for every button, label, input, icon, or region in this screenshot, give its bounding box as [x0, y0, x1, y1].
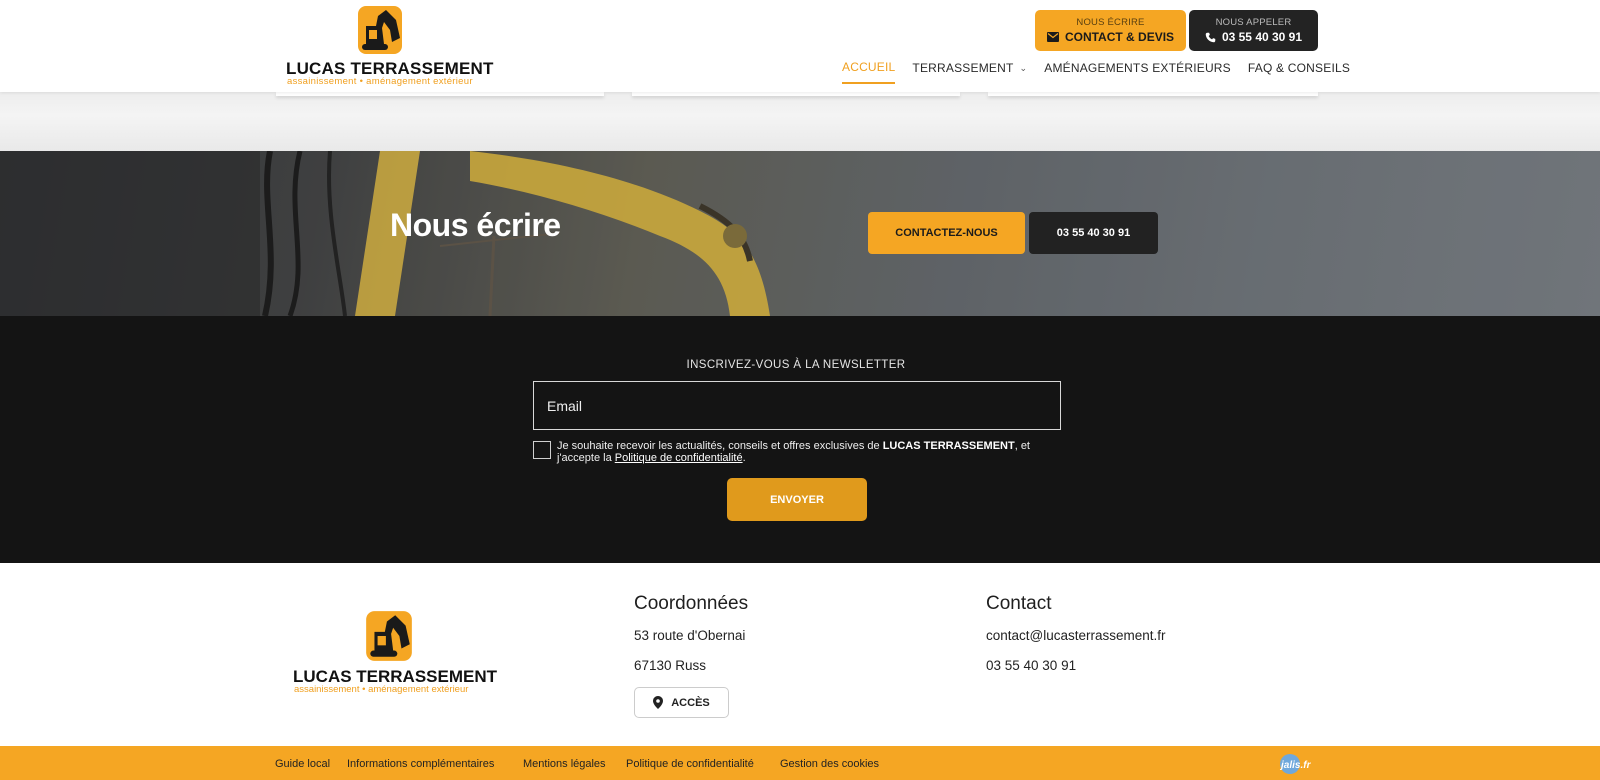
- phone-icon: [1205, 32, 1216, 42]
- coordonnees-title: Coordonnées: [634, 593, 749, 614]
- contact-phone-link[interactable]: 03 55 40 30 91: [986, 658, 1076, 673]
- nav-item-faq[interactable]: FAQ & CONSEILS: [1248, 60, 1350, 84]
- site-footer: LUCAS TERRASSEMENT assainissement • amén…: [0, 563, 1600, 746]
- footer-logo[interactable]: LUCAS TERRASSEMENT assainissement • amén…: [293, 606, 497, 696]
- newsletter-title: INSCRIVEZ-VOUS À LA NEWSLETTER: [686, 359, 906, 371]
- nav-label: ACCUEIL: [842, 60, 896, 74]
- header-logo[interactable]: LUCAS TERRASSEMENT assainissement • amén…: [286, 2, 493, 87]
- main-nav: ACCUEIL TERRASSEMENT ⌄ AMÉNAGEMENTS EXTÉR…: [842, 60, 1350, 84]
- excavator-logo-icon: [366, 611, 412, 661]
- call-label-row: 03 55 40 30 91: [1189, 30, 1318, 44]
- jalis-logo-icon[interactable]: jalis.fr: [1277, 753, 1319, 775]
- call-label: 03 55 40 30 91: [1221, 30, 1303, 44]
- acces-button[interactable]: ACCÈS: [634, 687, 729, 718]
- banner-title: Nous écrire: [390, 207, 561, 243]
- contactez-nous-button[interactable]: CONTACTEZ-NOUS: [868, 212, 1025, 254]
- contact-title: Contact: [986, 593, 1052, 614]
- banner-phone-button[interactable]: 03 55 40 30 91: [1029, 212, 1158, 254]
- envoyer-button[interactable]: ENVOYER: [727, 478, 867, 521]
- nav-item-amenagements[interactable]: AMÉNAGEMENTS EXTÉRIEURS: [1044, 60, 1231, 84]
- nav-label: FAQ & CONSEILS: [1247, 61, 1351, 75]
- acces-label: ACCÈS: [671, 696, 710, 709]
- consent-text: Je souhaite recevoir les actualités, con…: [557, 440, 1057, 464]
- chevron-down-icon: ⌄: [1019, 62, 1028, 73]
- nav-item-accueil[interactable]: ACCUEIL: [842, 60, 896, 84]
- cards-strip: [0, 92, 1600, 151]
- consent-brand: LUCAS TERRASSEMENT: [882, 440, 1015, 452]
- write-small-label: NOUS ÉCRIRE: [1076, 17, 1145, 28]
- card-bottom-edge: [632, 92, 960, 96]
- site-header: LUCAS TERRASSEMENT assainissement • amén…: [0, 0, 1600, 92]
- consent-prefix: Je souhaite recevoir les actualités, con…: [557, 440, 883, 452]
- footer-link-informations[interactable]: Informations complémentaires: [347, 758, 494, 770]
- consent-checkbox[interactable]: [533, 441, 551, 459]
- contact-banner: Nous écrire CONTACTEZ-NOUS 03 55 40 30 9…: [0, 151, 1600, 316]
- call-button[interactable]: NOUS APPELER 03 55 40 30 91: [1189, 10, 1318, 51]
- footer-link-guide-local[interactable]: Guide local: [275, 758, 330, 770]
- nav-label: AMÉNAGEMENTS EXTÉRIEURS: [1044, 61, 1231, 75]
- map-pin-icon: [653, 696, 664, 709]
- excavator-background-image: [0, 151, 1600, 316]
- address-street: 53 route d'Obernai: [634, 628, 746, 643]
- write-label: CONTACT & DEVIS: [1064, 30, 1175, 44]
- nav-item-terrassement[interactable]: TERRASSEMENT ⌄: [912, 60, 1027, 84]
- mail-icon: [1046, 32, 1059, 42]
- address-city: 67130 Russ: [634, 658, 707, 673]
- call-small-label: NOUS APPELER: [1215, 17, 1292, 28]
- excavator-logo-icon: [358, 6, 402, 54]
- write-label-row: CONTACT & DEVIS: [1035, 30, 1186, 44]
- contact-devis-button[interactable]: NOUS ÉCRIRE CONTACT & DEVIS: [1035, 10, 1186, 51]
- nav-label: TERRASSEMENT: [912, 61, 1014, 75]
- contact-email-link[interactable]: contact@lucasterrassement.fr: [986, 628, 1166, 643]
- footer-link-politique[interactable]: Politique de confidentialité: [626, 758, 754, 770]
- credit-text: jalis.fr: [1279, 760, 1312, 771]
- privacy-policy-link[interactable]: Politique de confidentialité: [615, 452, 743, 464]
- footer-link-mentions[interactable]: Mentions légales: [523, 758, 606, 770]
- card-bottom-edge: [988, 92, 1318, 96]
- brand-tagline: assainissement • aménagement extérieur: [287, 76, 473, 87]
- newsletter-section: INSCRIVEZ-VOUS À LA NEWSLETTER Je souhai…: [0, 316, 1600, 563]
- email-input[interactable]: [533, 381, 1061, 430]
- card-bottom-edge: [276, 92, 604, 96]
- footer-brand-tagline: assainissement • aménagement extérieur: [294, 684, 469, 695]
- bottom-bar: Guide local Informations complémentaires…: [0, 746, 1600, 780]
- consent-suffix: .: [742, 452, 746, 464]
- footer-link-cookies[interactable]: Gestion des cookies: [780, 758, 879, 770]
